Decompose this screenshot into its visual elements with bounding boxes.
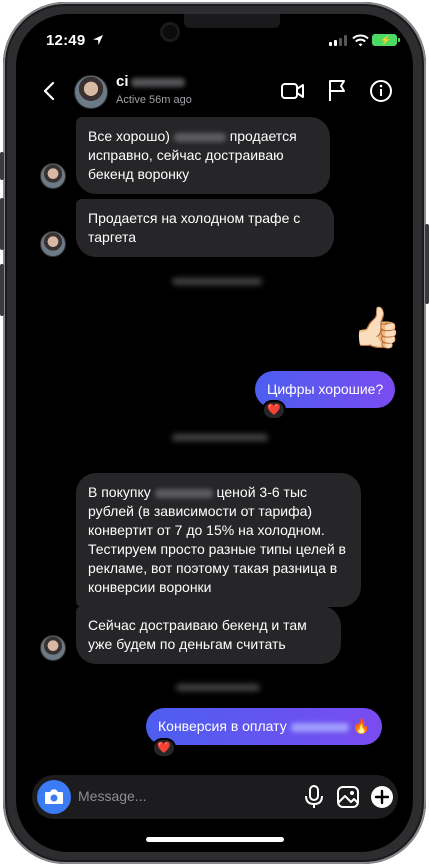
message-incoming[interactable]: Все хорошо) продается исправно, сейчас д…	[76, 117, 330, 194]
info-icon[interactable]	[368, 78, 394, 104]
message-avatar[interactable]	[40, 231, 66, 257]
microphone-icon[interactable]	[300, 783, 328, 811]
message-avatar[interactable]	[40, 163, 66, 189]
status-bar: 12:49 ⚡	[16, 32, 413, 54]
chat-header: ci Active 56m ago	[16, 70, 413, 114]
flag-icon[interactable]	[324, 78, 350, 104]
video-call-icon[interactable]	[280, 78, 306, 104]
message-incoming[interactable]: Сейчас достраиваю бекенд и там уже будем…	[76, 606, 341, 664]
power-button	[425, 224, 429, 304]
blurred-word	[173, 132, 226, 142]
message-input[interactable]: Message...	[78, 788, 146, 804]
blurred-word	[154, 488, 213, 498]
camera-button[interactable]	[37, 780, 71, 814]
message-incoming[interactable]: Продается на холодном трафе с таргета	[76, 199, 334, 257]
volume-down-button	[0, 264, 4, 316]
plus-icon[interactable]	[368, 783, 396, 811]
volume-up-button	[0, 198, 4, 250]
speaker-notch	[184, 14, 280, 28]
home-indicator[interactable]	[146, 837, 284, 842]
heart-reaction[interactable]: ❤️	[262, 400, 286, 420]
status-time: 12:49	[46, 32, 86, 49]
active-status: Active 56m ago	[116, 94, 192, 106]
timestamp	[172, 434, 268, 441]
timestamp	[176, 684, 260, 691]
blurred-word	[290, 722, 349, 732]
message-incoming[interactable]: В покупку ценой 3-6 тыс рублей (в зависи…	[76, 473, 361, 607]
signal-icon	[329, 35, 347, 46]
back-chevron-icon[interactable]	[40, 80, 60, 102]
message-outgoing[interactable]: Конверсия в оплату 🔥	[146, 708, 382, 745]
message-avatar[interactable]	[40, 635, 66, 661]
contact-avatar[interactable]	[74, 75, 108, 109]
blurred-name	[130, 77, 185, 87]
wifi-icon	[352, 34, 369, 47]
timestamp	[172, 278, 262, 285]
heart-reaction[interactable]: ❤️	[152, 738, 176, 758]
message-composer: Message...	[32, 775, 398, 819]
phone-frame: 12:49 ⚡ ci Active 56m ago Все хорошо) пр…	[0, 2, 429, 864]
gallery-icon[interactable]	[334, 783, 362, 811]
contact-name[interactable]: ci	[116, 73, 185, 90]
battery-icon: ⚡	[372, 34, 400, 46]
screen: 12:49 ⚡ ci Active 56m ago Все хорошо) пр…	[16, 14, 413, 852]
location-arrow-icon	[93, 35, 103, 45]
thumbs-up-message[interactable]: 👍🏻	[352, 306, 402, 350]
mute-switch	[0, 152, 4, 180]
camera-icon	[45, 789, 63, 804]
